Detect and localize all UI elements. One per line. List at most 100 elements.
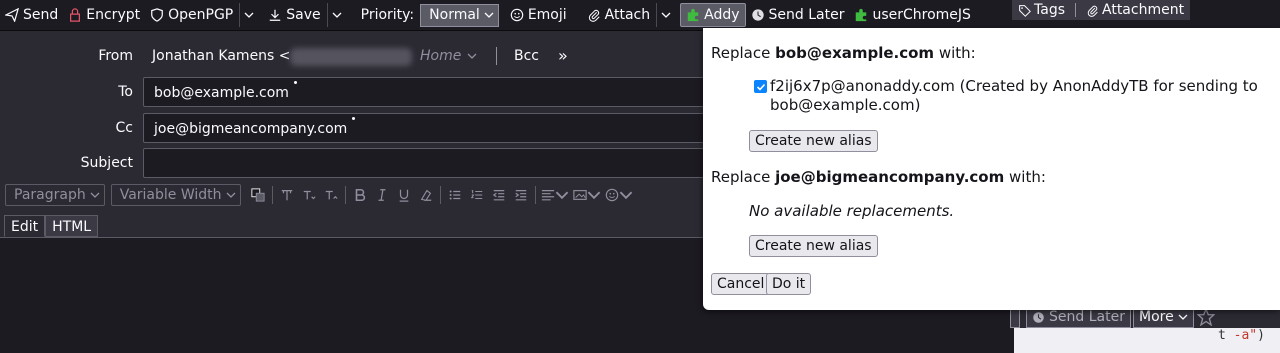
text-bigger-icon xyxy=(325,190,338,200)
bold-icon xyxy=(355,188,365,202)
underline-button[interactable] xyxy=(393,184,415,206)
recipient-pill[interactable]: joe@bigmeancompany.com xyxy=(150,117,356,139)
addy-button[interactable]: Addy xyxy=(680,3,746,27)
background-code-snippet: t -a") xyxy=(1218,328,1265,343)
indent-button[interactable] xyxy=(510,184,532,206)
tags-label: Tags xyxy=(1034,2,1065,18)
insert-emoji-button[interactable] xyxy=(603,184,635,206)
chevron-down-icon xyxy=(90,192,100,198)
replace-prefix: Replace xyxy=(711,44,776,62)
paragraph-select[interactable]: Paragraph xyxy=(5,184,105,206)
create-alias-button[interactable]: Create new alias xyxy=(749,130,878,152)
format-divider xyxy=(271,186,273,204)
tag-icon xyxy=(1019,4,1031,17)
no-replacements-text: No available replacements. xyxy=(749,202,955,220)
chevron-down-icon[interactable] xyxy=(656,3,675,27)
italic-button[interactable] xyxy=(371,184,393,206)
openpgp-button[interactable]: OpenPGP xyxy=(145,3,263,27)
align-button[interactable] xyxy=(539,184,571,206)
userchromejs-label: userChromeJS xyxy=(872,7,971,23)
indent-icon xyxy=(514,190,526,201)
userchromejs-button[interactable]: userChromeJS xyxy=(849,3,975,27)
clock-icon xyxy=(751,8,765,22)
insert-button[interactable] xyxy=(571,184,603,206)
tags-button[interactable]: Tags xyxy=(1018,2,1065,18)
priority-select[interactable]: Normal xyxy=(420,3,499,27)
bcc-button[interactable]: Bcc xyxy=(514,48,539,64)
font-width-value: Variable Width xyxy=(119,187,222,203)
chevron-down-icon xyxy=(226,192,235,198)
replace-heading-1: Replace bob@example.com with: xyxy=(711,44,976,62)
emoji-button[interactable]: Emoji xyxy=(505,3,572,27)
cc-field[interactable]: joe@bigmeancompany.com xyxy=(143,113,713,143)
background-more-label: More xyxy=(1139,309,1174,325)
smiley-icon xyxy=(510,8,524,22)
font-size-larger-button[interactable] xyxy=(276,184,298,206)
font-width-select[interactable]: Variable Width xyxy=(110,184,241,206)
numbered-list-icon xyxy=(470,190,482,200)
bold-button[interactable] xyxy=(349,184,371,206)
replace-suffix: with: xyxy=(1004,168,1046,186)
priority-value: Normal xyxy=(429,7,480,23)
alias-option-label[interactable]: f2ij6x7p@anonaddy.com (Created by AnonAd… xyxy=(770,77,1275,115)
recipient-pill[interactable]: bob@example.com xyxy=(150,81,297,103)
code-token: t xyxy=(1218,328,1234,343)
bullet-list-button[interactable] xyxy=(444,184,466,206)
send-later-button[interactable]: Send Later xyxy=(746,3,850,27)
encrypt-button[interactable]: Encrypt xyxy=(63,3,145,27)
redacted-email xyxy=(290,48,412,66)
chevron-down-icon xyxy=(619,191,632,200)
outdent-button[interactable] xyxy=(488,184,510,206)
save-button[interactable]: Save xyxy=(263,3,350,27)
code-paren: ) xyxy=(1257,328,1265,343)
replace-prefix: Replace xyxy=(711,168,776,186)
addy-label: Addy xyxy=(704,7,740,23)
star-icon[interactable] xyxy=(1196,307,1216,330)
smiley-icon xyxy=(605,188,618,202)
from-identity[interactable]: Home xyxy=(420,48,477,64)
chevron-down-icon[interactable] xyxy=(239,3,258,27)
attachment-button[interactable]: Attachment xyxy=(1086,2,1184,18)
replace-suffix: with: xyxy=(934,44,976,62)
attach-button[interactable]: Attach xyxy=(582,3,680,27)
format-toolbar: Paragraph Variable Width xyxy=(0,182,700,208)
bullet-list-icon xyxy=(449,190,460,200)
from-name[interactable]: Jonathan Kamens < xyxy=(152,48,291,64)
lock-icon xyxy=(68,8,82,22)
pill-dot xyxy=(352,117,356,120)
toolbar-divider xyxy=(1075,3,1076,17)
tab-edit[interactable]: Edit xyxy=(4,215,46,237)
attachment-label: Attachment xyxy=(1102,2,1185,18)
priority-label: Priority: xyxy=(360,7,415,23)
format-divider xyxy=(439,186,441,204)
font-size-smaller-button[interactable] xyxy=(298,184,320,206)
create-alias-button[interactable]: Create new alias xyxy=(749,235,878,257)
do-it-button[interactable]: Do it xyxy=(766,273,812,295)
clock-icon xyxy=(1033,311,1044,323)
clear-format-button[interactable] xyxy=(415,184,437,206)
chevron-down-icon[interactable] xyxy=(326,3,346,27)
encrypt-label: Encrypt xyxy=(86,7,141,23)
send-label: Send xyxy=(23,7,59,23)
font-size-bigger-button[interactable] xyxy=(320,184,342,206)
replace-heading-2: Replace joe@bigmeancompany.com with: xyxy=(711,168,1046,186)
eraser-icon xyxy=(420,189,431,201)
format-divider xyxy=(534,186,536,204)
send-button[interactable]: Send xyxy=(0,3,63,27)
tab-html[interactable]: HTML xyxy=(45,215,99,237)
text-color-button[interactable] xyxy=(247,184,269,206)
numbered-list-button[interactable] xyxy=(466,184,488,206)
recipient-address: bob@example.com xyxy=(154,85,289,101)
chevron-down-icon xyxy=(1178,314,1188,320)
more-recipients-button[interactable]: » xyxy=(558,46,568,65)
subject-input[interactable] xyxy=(143,148,713,178)
color-swatch-icon xyxy=(250,188,265,202)
save-label: Save xyxy=(286,7,321,23)
to-field[interactable]: bob@example.com xyxy=(143,77,713,107)
cancel-button[interactable]: Cancel xyxy=(711,273,771,295)
alias-checkbox[interactable] xyxy=(754,80,767,93)
addy-replace-popup: Replace bob@example.com with: f2ij6x7p@a… xyxy=(703,28,1280,310)
image-icon xyxy=(572,190,587,200)
chevron-down-icon xyxy=(587,191,600,200)
from-identity-label: Home xyxy=(420,48,462,64)
